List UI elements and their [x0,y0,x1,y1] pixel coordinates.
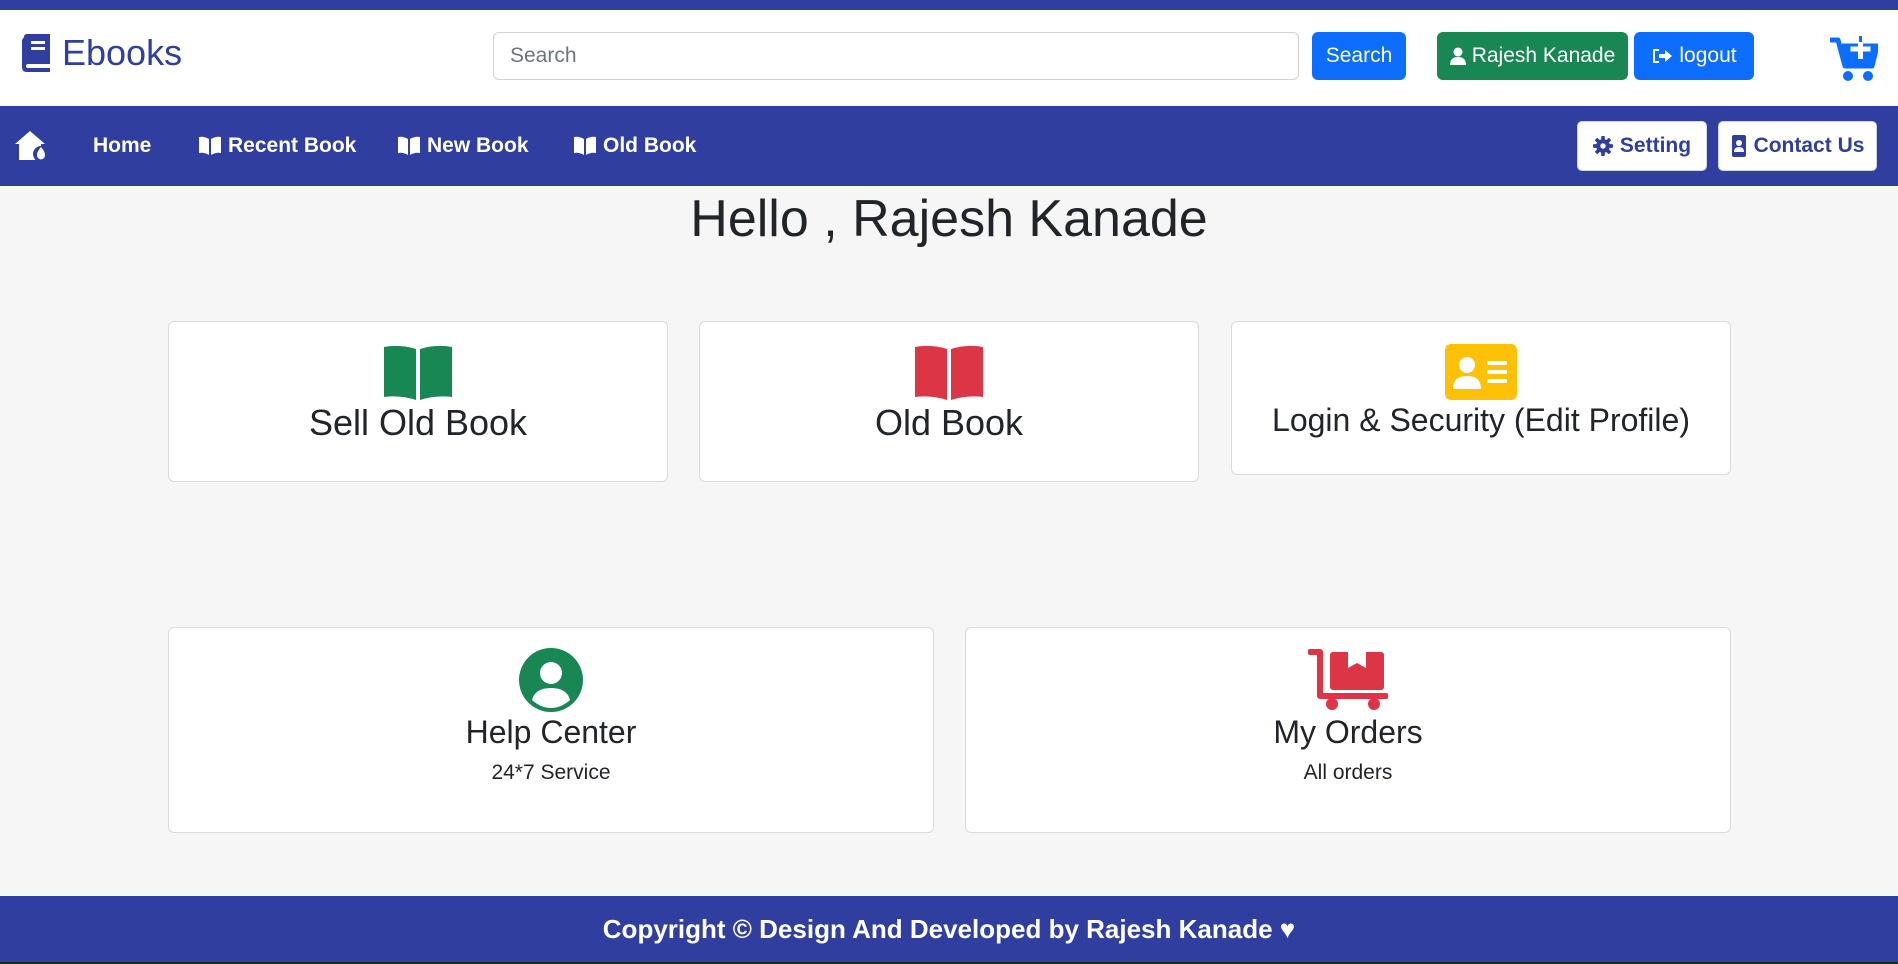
sign-out-icon [1653,49,1673,63]
nav-item-label: Old Book [603,134,697,157]
open-book-icon [915,345,983,400]
nav-item-old-book[interactable]: Old Book [573,106,696,186]
setting-button[interactable]: Setting [1577,121,1707,171]
footer: Copyright © Design And Developed by Raje… [0,896,1898,962]
card-title: My Orders [1273,714,1423,750]
brand-name: Ebooks [62,32,183,73]
nav-item-home[interactable]: Home [93,106,151,186]
card-title: Old Book [874,402,1024,443]
card-title: Help Center [465,714,637,750]
card-subtitle: All orders [1303,761,1393,784]
setting-label: Setting [1619,134,1692,157]
top-accent-strip [0,0,1898,10]
help-center-card[interactable]: Help Center 24*7 Service [168,627,934,833]
address-book-icon [1731,135,1746,157]
nav-item-label: Recent Book [228,134,357,157]
search-button[interactable]: Search [1312,32,1406,80]
header: Ebooks Search Rajesh Kanade logout [0,10,1898,106]
user-icon [1449,47,1466,65]
nav-item-label: New Book [427,134,529,157]
open-book-icon [384,345,452,400]
brand-logo[interactable]: Ebooks [20,32,182,74]
home-icon[interactable] [14,130,50,162]
my-orders-card[interactable]: My Orders All orders [965,627,1731,833]
open-book-icon [574,136,596,155]
nav-item-label: Home [93,134,152,157]
card-title: Sell Old Book [308,402,528,443]
user-name-label: Rajesh Kanade [1471,44,1616,67]
nav-item-new-book[interactable]: New Book [397,106,529,186]
card-title: Login & Security (Edit Profile) [1272,402,1690,438]
nav-item-recent-book[interactable]: Recent Book [198,106,356,186]
footer-copyright: Copyright © Design And Developed by Raje… [602,913,1296,944]
logout-label: logout [1679,44,1737,67]
user-circle-icon [519,648,583,712]
open-book-icon [199,136,221,155]
contact-us-button[interactable]: Contact Us [1718,121,1877,171]
cart-plus-icon[interactable] [1830,36,1878,82]
greeting-heading: Hello , Rajesh Kanade [690,190,1208,248]
search-button-label: Search [1325,44,1393,67]
main-navbar: Home Recent Book New Book Old Book Setti… [0,106,1898,186]
old-book-card[interactable]: Old Book [699,321,1199,482]
login-security-card[interactable]: Login & Security (Edit Profile) [1231,321,1731,475]
id-card-icon [1445,344,1517,400]
user-profile-button[interactable]: Rajesh Kanade [1437,32,1628,80]
contact-us-label: Contact Us [1753,134,1865,157]
search-input[interactable] [493,32,1299,80]
card-subtitle: 24*7 Service [491,761,611,784]
book-icon [22,34,50,72]
open-book-icon [398,136,420,155]
gear-icon [1592,136,1613,156]
logout-button[interactable]: logout [1634,32,1754,80]
dolly-box-icon [1308,649,1388,710]
sell-old-book-card[interactable]: Sell Old Book [168,321,668,482]
